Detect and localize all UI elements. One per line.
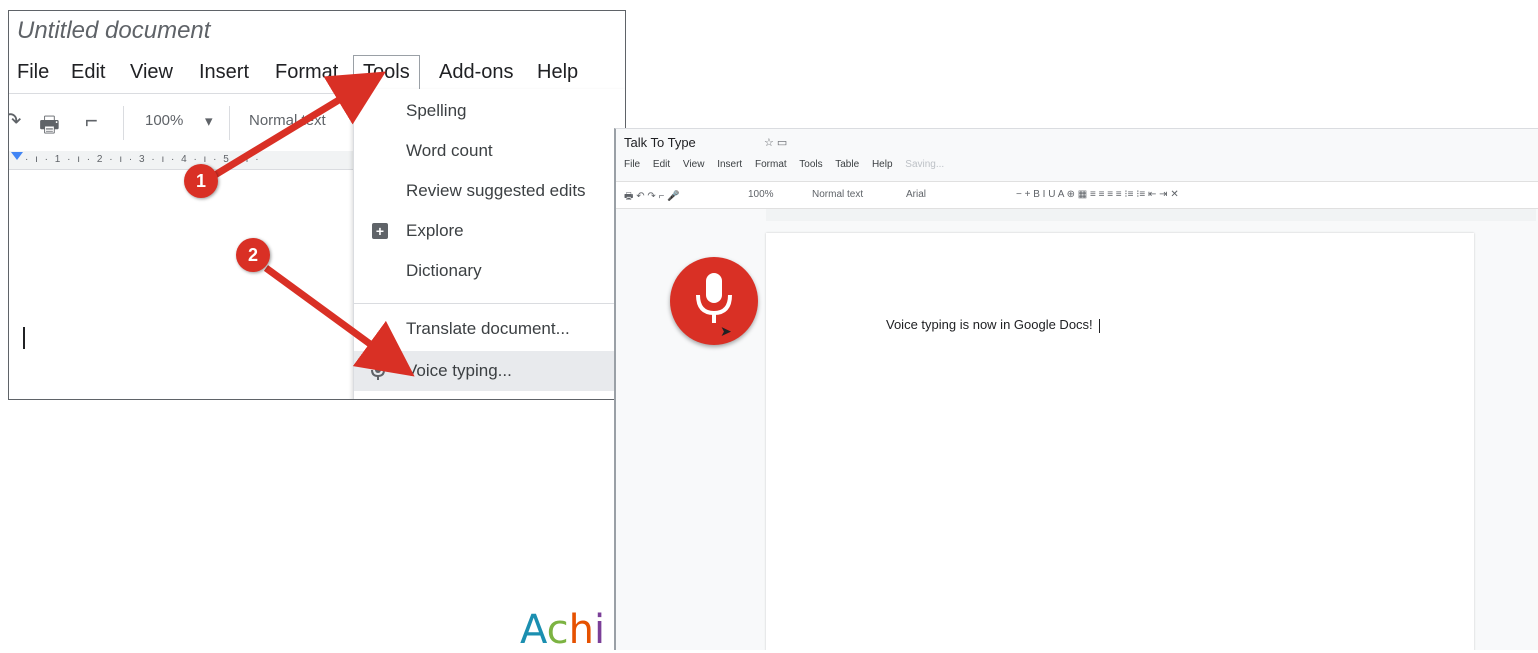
arrow-to-tools [208, 71, 386, 181]
arrow-to-voice-typing [263, 265, 415, 377]
annotation-arrows [208, 71, 415, 377]
brand-logo: Achi [520, 607, 606, 653]
step-2-badge: 2 [236, 238, 270, 272]
step-1-badge: 1 [184, 164, 218, 198]
